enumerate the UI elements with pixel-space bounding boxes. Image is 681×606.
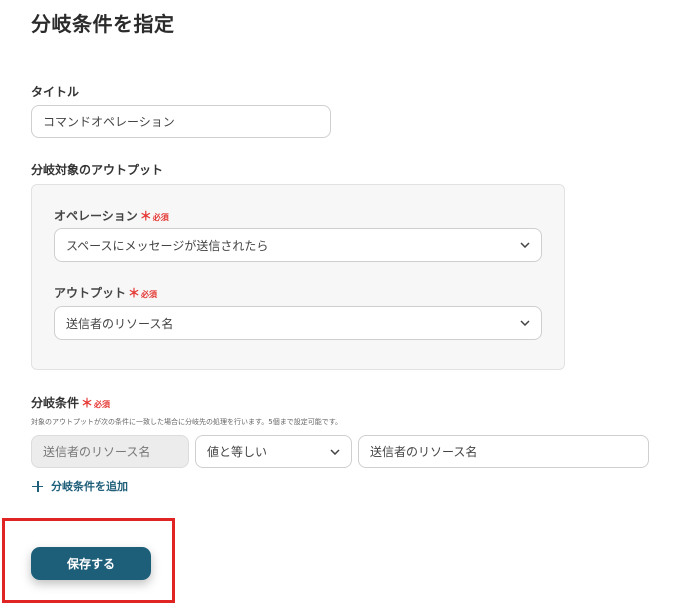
condition-operator-select[interactable]: 値と等しい — [195, 435, 352, 468]
condition-required-text: 必須 — [94, 400, 111, 409]
save-button[interactable]: 保存する — [31, 547, 151, 580]
condition-operator-value: 値と等しい — [207, 445, 268, 459]
operation-label-text: オペレーション — [54, 209, 138, 223]
add-condition-button[interactable]: 分岐条件を追加 — [32, 478, 128, 494]
output-label: アウトプット ＊必須 — [54, 284, 157, 301]
output-selected-value: 送信者のリソース名 — [66, 316, 174, 331]
title-field-label: タイトル — [31, 85, 80, 99]
output-label-text: アウトプット — [54, 286, 127, 300]
add-condition-label: 分岐条件を追加 — [51, 480, 128, 493]
chevron-down-icon — [520, 320, 530, 326]
title-input[interactable]: コマンドオペレーション — [31, 105, 331, 138]
chevron-down-icon — [330, 448, 340, 455]
output-required-mark: ＊ — [128, 286, 141, 300]
condition-field-display: 送信者のリソース名 — [31, 435, 189, 468]
output-select[interactable]: 送信者のリソース名 — [54, 306, 542, 340]
plus-icon — [32, 480, 43, 492]
operation-required-mark: ＊ — [139, 209, 152, 223]
output-required-text: 必須 — [141, 290, 158, 299]
condition-label: 分岐条件 ＊必須 — [31, 394, 110, 411]
page-title: 分岐条件を指定 — [31, 12, 175, 36]
operation-required-text: 必須 — [152, 213, 169, 222]
chevron-down-icon — [520, 242, 530, 248]
condition-label-text: 分岐条件 — [31, 396, 80, 410]
condition-value-input[interactable]: 送信者のリソース名 — [358, 435, 649, 468]
operation-select[interactable]: スペースにメッセージが送信されたら — [54, 228, 542, 262]
target-output-label: 分岐対象のアウトプット — [31, 163, 164, 177]
operation-label: オペレーション ＊必須 — [54, 207, 169, 224]
operation-selected-value: スペースにメッセージが送信されたら — [66, 238, 269, 253]
condition-hint: 対象のアウトプットが次の条件に一致した場合に分岐先の処理を行います。5個まで設定… — [31, 418, 343, 426]
condition-required-mark: ＊ — [81, 396, 94, 410]
